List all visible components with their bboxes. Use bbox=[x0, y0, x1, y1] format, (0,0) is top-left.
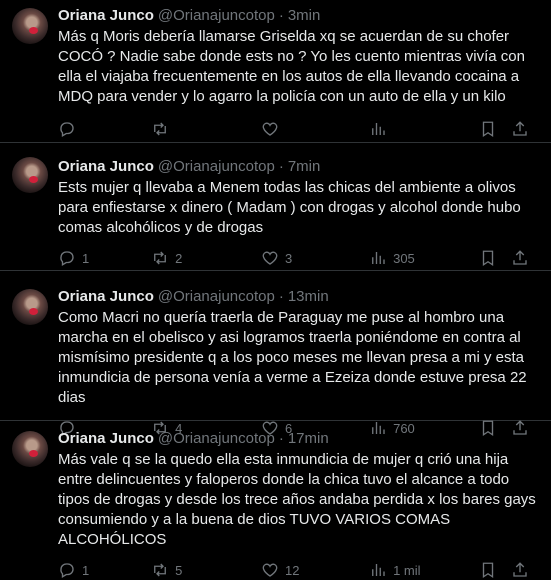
retweet-button[interactable]: 5 bbox=[151, 561, 261, 579]
like-count: 12 bbox=[285, 562, 300, 578]
views-icon bbox=[372, 252, 385, 264]
separator-dot: · bbox=[278, 430, 284, 447]
author-handle[interactable]: @Orianajuncotop bbox=[158, 157, 275, 177]
bookmark-icon[interactable] bbox=[479, 249, 497, 267]
tweet-text: Más vale q se la quedo ella esta inmundi… bbox=[58, 451, 536, 548]
heart-icon bbox=[262, 563, 278, 577]
views-button[interactable] bbox=[369, 120, 479, 138]
author-name[interactable]: Oriana Junco bbox=[58, 157, 154, 177]
timestamp[interactable]: 3min bbox=[288, 6, 321, 26]
retweet-count: 5 bbox=[175, 562, 183, 578]
timestamp[interactable]: 13min bbox=[288, 287, 329, 307]
retweet-button[interactable]: 2 bbox=[151, 249, 261, 267]
views-icon bbox=[372, 123, 385, 135]
timestamp[interactable]: 17min bbox=[288, 429, 329, 449]
separator-dot: · bbox=[278, 288, 284, 305]
retweet-icon bbox=[154, 122, 167, 136]
avatar[interactable] bbox=[12, 431, 48, 467]
bookmark-icon[interactable] bbox=[479, 561, 497, 579]
tweet-text: Como Macri no quería traerla de Paraguay… bbox=[58, 309, 527, 406]
tweet-header: Oriana Junco @Orianajuncotop · 17min bbox=[58, 429, 539, 449]
avatar[interactable] bbox=[12, 157, 48, 193]
views-count: 1 mil bbox=[393, 562, 421, 578]
like-button[interactable]: 12 bbox=[261, 561, 369, 579]
like-count: 3 bbox=[285, 250, 293, 266]
tweet-header: Oriana Junco @Orianajuncotop · 3min bbox=[58, 6, 539, 26]
tweet-header: Oriana Junco @Orianajuncotop · 13min bbox=[58, 287, 539, 307]
reply-button[interactable] bbox=[58, 120, 151, 138]
reply-count: 1 bbox=[82, 562, 90, 578]
author-handle[interactable]: @Orianajuncotop bbox=[158, 6, 275, 26]
reply-icon bbox=[60, 122, 74, 137]
tweet[interactable]: Oriana Junco @Orianajuncotop · 3min Más … bbox=[0, 0, 551, 143]
reply-count: 1 bbox=[82, 250, 90, 266]
views-button[interactable]: 1 mil bbox=[369, 561, 479, 579]
timestamp[interactable]: 7min bbox=[288, 157, 321, 177]
separator-dot: · bbox=[278, 7, 284, 24]
retweet-button[interactable] bbox=[151, 120, 261, 138]
views-button[interactable]: 305 bbox=[369, 249, 479, 267]
separator-dot: · bbox=[278, 158, 284, 175]
retweet-icon bbox=[154, 563, 167, 577]
share-icon[interactable] bbox=[511, 120, 529, 138]
tweet-feed: Oriana Junco @Orianajuncotop · 3min Más … bbox=[0, 0, 551, 579]
avatar[interactable] bbox=[12, 289, 48, 325]
share-icon[interactable] bbox=[511, 561, 529, 579]
like-button[interactable] bbox=[261, 120, 369, 138]
tweet[interactable]: Oriana Junco @Orianajuncotop · 13min Com… bbox=[0, 271, 551, 437]
avatar[interactable] bbox=[12, 8, 48, 44]
heart-icon bbox=[262, 251, 278, 265]
reply-button[interactable]: 1 bbox=[58, 561, 151, 579]
tweet-text: Más q Moris debería llamarse Griselda xq… bbox=[58, 28, 525, 105]
tweet-header: Oriana Junco @Orianajuncotop · 7min bbox=[58, 157, 539, 177]
bookmark-icon[interactable] bbox=[479, 120, 497, 138]
tweet[interactable]: Oriana Junco @Orianajuncotop · 7min Ests… bbox=[0, 143, 551, 271]
author-name[interactable]: Oriana Junco bbox=[58, 429, 154, 449]
author-name[interactable]: Oriana Junco bbox=[58, 287, 154, 307]
tweet-actions bbox=[58, 119, 539, 139]
tweet-actions: 1 5 12 1 mil bbox=[58, 560, 539, 580]
heart-icon bbox=[262, 122, 278, 136]
tweet-actions: 1 2 3 305 bbox=[58, 248, 539, 268]
reply-icon bbox=[60, 251, 74, 266]
share-icon[interactable] bbox=[511, 249, 529, 267]
views-icon bbox=[372, 564, 385, 576]
retweet-count: 2 bbox=[175, 250, 183, 266]
reply-button[interactable]: 1 bbox=[58, 249, 151, 267]
author-name[interactable]: Oriana Junco bbox=[58, 6, 154, 26]
author-handle[interactable]: @Orianajuncotop bbox=[158, 287, 275, 307]
views-count: 305 bbox=[393, 250, 415, 266]
tweet-text: Ests mujer q llevaba a Menem todas las c… bbox=[58, 179, 521, 236]
tweet[interactable]: Oriana Junco @Orianajuncotop · 17min Más… bbox=[0, 421, 551, 579]
author-handle[interactable]: @Orianajuncotop bbox=[158, 429, 275, 449]
reply-icon bbox=[60, 563, 74, 578]
retweet-icon bbox=[154, 251, 167, 265]
like-button[interactable]: 3 bbox=[261, 249, 369, 267]
